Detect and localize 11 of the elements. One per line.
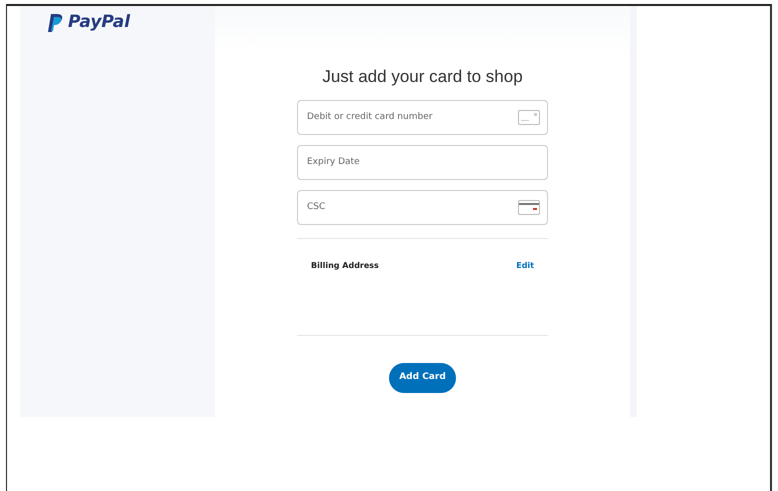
page-heading: Just add your card to shop — [322, 66, 523, 88]
text-field[interactable]: CSC — [297, 190, 548, 224]
text-field[interactable]: Debit or credit card number — [297, 100, 548, 134]
add-card-button[interactable]: Add Card — [389, 362, 456, 392]
card-icon — [518, 110, 540, 124]
billing-label: Billing Address — [311, 260, 379, 272]
edit-link[interactable]: Edit — [516, 260, 534, 272]
card-back-icon — [518, 200, 540, 214]
text-field[interactable]: Expiry Date — [297, 144, 548, 180]
logo-text: PayPal — [68, 11, 130, 34]
logo-icon — [48, 14, 63, 32]
